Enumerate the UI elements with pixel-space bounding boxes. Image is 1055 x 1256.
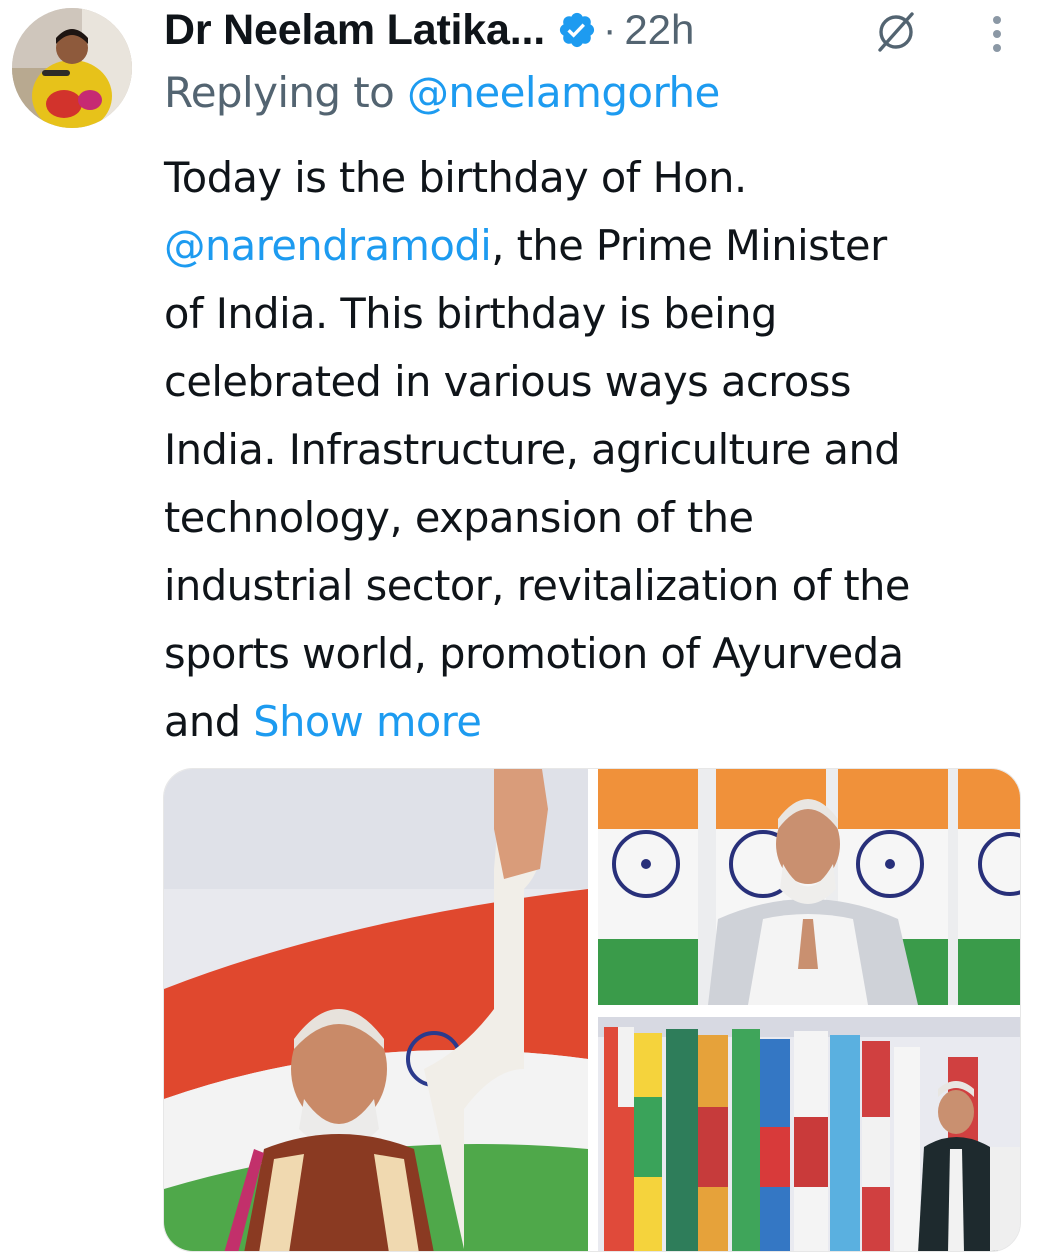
media-image-flags[interactable] xyxy=(598,1017,1020,1251)
tweet[interactable]: Dr Neelam Latika... · 22h Replying to @n… xyxy=(0,0,1055,1256)
text-line: industrial sector, revitalization of the xyxy=(164,561,910,610)
show-more-link[interactable]: Show more xyxy=(253,697,482,746)
text-line: Today is the birthday of Hon. xyxy=(164,153,747,202)
more-options-icon[interactable] xyxy=(984,14,1010,62)
text-line-fragment: , the Prime Minister xyxy=(491,221,887,270)
media-image-namaste[interactable] xyxy=(598,769,1020,1005)
text-line-fragment: and xyxy=(164,697,254,746)
author-avatar[interactable] xyxy=(12,8,132,128)
reply-prefix: Replying to xyxy=(164,68,395,117)
text-line: and Show more xyxy=(164,688,1044,756)
mention-link[interactable]: @narendramodi xyxy=(164,221,492,270)
text-line: technology, expansion of the xyxy=(164,493,754,542)
text-line: of India. This birthday is being xyxy=(164,289,777,338)
grok-icon[interactable] xyxy=(872,8,920,56)
text-line: @narendramodi, the Prime Minister xyxy=(164,212,1044,280)
reply-handle-link[interactable]: @neelamgorhe xyxy=(407,68,720,117)
text-line: celebrated in various ways across xyxy=(164,357,851,406)
tweet-timestamp[interactable]: 22h xyxy=(624,6,694,54)
author-name[interactable]: Dr Neelam Latika... xyxy=(164,6,545,55)
tweet-text: Today is the birthday of Hon. @narendram… xyxy=(164,144,1044,756)
verified-badge-icon xyxy=(557,10,597,50)
replying-to: Replying to @neelamgorhe xyxy=(164,68,720,117)
text-line: sports world, promotion of Ayurveda xyxy=(164,629,904,678)
media-image-waving[interactable] xyxy=(164,769,588,1251)
media-grid xyxy=(163,768,1021,1252)
header-separator: · xyxy=(602,7,617,52)
text-line: India. Infrastructure, agriculture and xyxy=(164,425,901,474)
